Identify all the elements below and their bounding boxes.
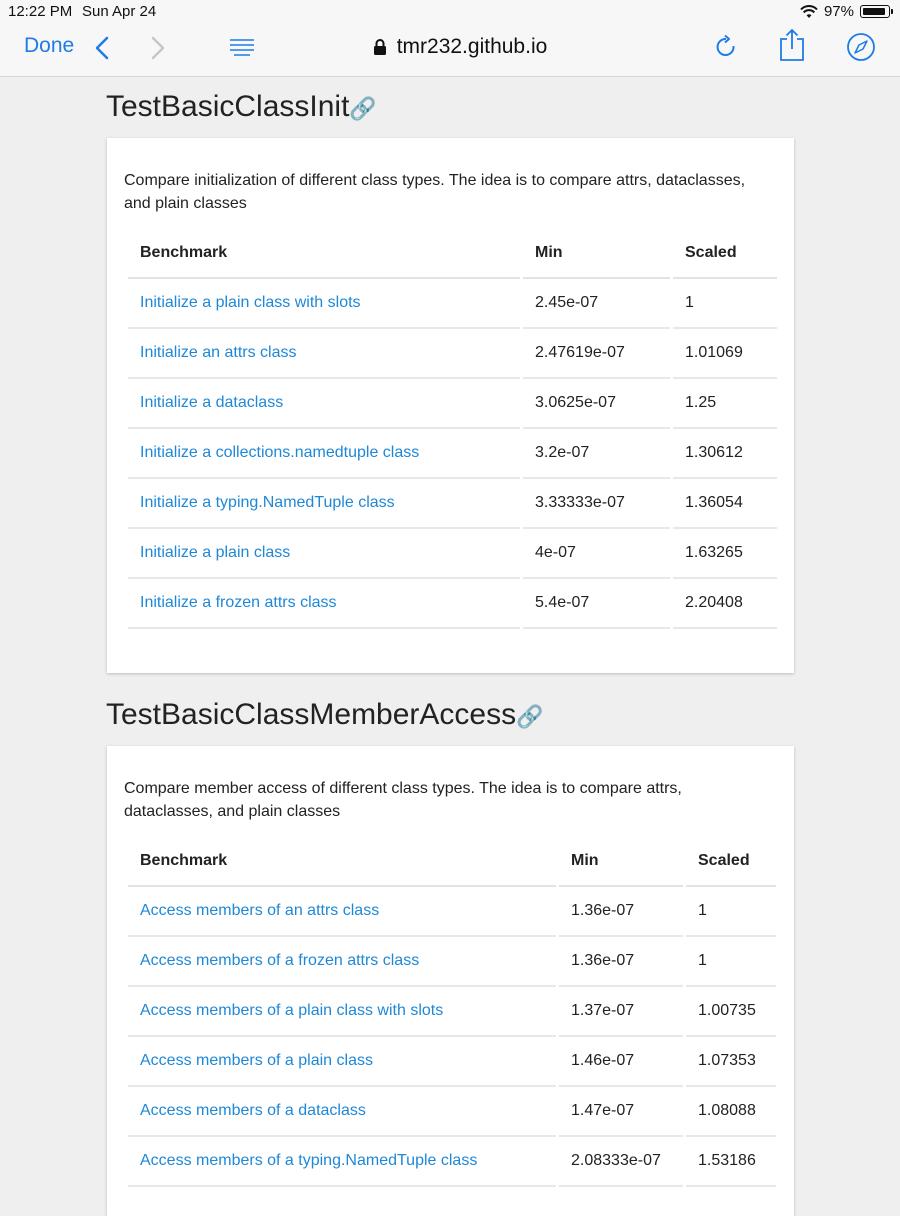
section-title: TestBasicClassMemberAccess🔗 bbox=[106, 698, 544, 732]
url-text: tmr232.github.io bbox=[396, 35, 548, 58]
benchmark-link[interactable]: Initialize a dataclass bbox=[128, 379, 520, 429]
reader-view-button[interactable] bbox=[229, 38, 255, 56]
benchmark-link[interactable]: Initialize a typing.NamedTuple class bbox=[128, 479, 520, 529]
done-button[interactable]: Done bbox=[24, 34, 74, 58]
column-header-scaled: Scaled bbox=[686, 837, 776, 887]
column-header-min: Min bbox=[559, 837, 683, 887]
chevron-left-icon bbox=[95, 36, 109, 60]
reader-icon bbox=[230, 39, 254, 56]
scaled-value: 1.63265 bbox=[673, 529, 777, 579]
min-value: 2.45e-07 bbox=[523, 279, 670, 329]
status-bar: 12:22 PM Sun Apr 24 97% bbox=[0, 0, 900, 24]
back-button[interactable] bbox=[94, 36, 110, 60]
benchmark-link[interactable]: Initialize a plain class bbox=[128, 529, 520, 579]
section-description: Compare member access of different class… bbox=[124, 780, 682, 820]
benchmark-link[interactable]: Access members of a typing.NamedTuple cl… bbox=[128, 1137, 556, 1187]
table-row: Initialize an attrs class 2.47619e-07 1.… bbox=[128, 329, 777, 379]
wifi-icon bbox=[800, 4, 818, 18]
link-icon[interactable]: 🔗 bbox=[516, 704, 543, 729]
benchmark-link[interactable]: Access members of a frozen attrs class bbox=[128, 937, 556, 987]
min-value: 1.47e-07 bbox=[559, 1087, 683, 1137]
status-time: 12:22 PM bbox=[8, 3, 73, 20]
benchmark-link[interactable]: Initialize an attrs class bbox=[128, 329, 520, 379]
address-bar[interactable]: tmr232.github.io bbox=[350, 32, 570, 62]
min-value: 3.2e-07 bbox=[523, 429, 670, 479]
min-value: 3.33333e-07 bbox=[523, 479, 670, 529]
min-value: 3.0625e-07 bbox=[523, 379, 670, 429]
section-title: TestBasicClassInit🔗 bbox=[106, 90, 377, 124]
scaled-value: 2.20408 bbox=[673, 579, 777, 629]
table-row: Initialize a dataclass 3.0625e-07 1.25 bbox=[128, 379, 777, 429]
min-value: 2.08333e-07 bbox=[559, 1137, 683, 1187]
min-value: 1.37e-07 bbox=[559, 987, 683, 1037]
scaled-value: 1.30612 bbox=[673, 429, 777, 479]
benchmark-link[interactable]: Access members of a plain class bbox=[128, 1037, 556, 1087]
battery-percent: 97% bbox=[823, 3, 854, 20]
benchmark-link[interactable]: Access members of a plain class with slo… bbox=[128, 987, 556, 1037]
table-row: Initialize a collections.namedtuple clas… bbox=[128, 429, 777, 479]
section-heading-text: TestBasicClassMemberAccess bbox=[106, 698, 517, 731]
reload-button[interactable] bbox=[714, 34, 738, 60]
column-header-benchmark: Benchmark bbox=[128, 837, 556, 887]
scaled-value: 1.08088 bbox=[686, 1087, 776, 1137]
min-value: 2.47619e-07 bbox=[523, 329, 670, 379]
benchmark-card: Compare member access of different class… bbox=[107, 746, 794, 1216]
benchmark-card: Compare initialization of different clas… bbox=[107, 138, 794, 673]
table-row: Access members of a plain class with slo… bbox=[128, 987, 776, 1037]
status-date: Sun Apr 24 bbox=[82, 3, 157, 20]
table-row: Initialize a plain class with slots 2.45… bbox=[128, 279, 777, 329]
table-row: Access members of an attrs class 1.36e-0… bbox=[128, 887, 776, 937]
scaled-value: 1.36054 bbox=[673, 479, 777, 529]
scaled-value: 1.53186 bbox=[686, 1137, 776, 1187]
table-header-row: Benchmark Min Scaled bbox=[128, 837, 776, 887]
scaled-value: 1.07353 bbox=[686, 1037, 776, 1087]
browser-toolbar: Done tmr232.github.io bbox=[0, 24, 900, 77]
lock-icon bbox=[373, 39, 386, 55]
min-value: 1.36e-07 bbox=[559, 887, 683, 937]
table-header-row: Benchmark Min Scaled bbox=[128, 229, 777, 279]
table-row: Access members of a plain class 1.46e-07… bbox=[128, 1037, 776, 1087]
benchmark-table: Benchmark Min Scaled Access members of a… bbox=[125, 837, 779, 1187]
table-row: Initialize a plain class 4e-07 1.63265 bbox=[128, 529, 777, 579]
scaled-value: 1.00735 bbox=[686, 987, 776, 1037]
benchmark-link[interactable]: Initialize a collections.namedtuple clas… bbox=[128, 429, 520, 479]
section-description: Compare initialization of different clas… bbox=[124, 172, 746, 212]
table-row: Access members of a typing.NamedTuple cl… bbox=[128, 1137, 776, 1187]
table-row: Access members of a dataclass 1.47e-07 1… bbox=[128, 1087, 776, 1137]
benchmark-link[interactable]: Access members of an attrs class bbox=[128, 887, 556, 937]
benchmark-link[interactable]: Access members of a dataclass bbox=[128, 1087, 556, 1137]
compass-icon bbox=[847, 33, 875, 61]
column-header-min: Min bbox=[523, 229, 670, 279]
column-header-scaled: Scaled bbox=[673, 229, 777, 279]
scaled-value: 1.25 bbox=[673, 379, 777, 429]
link-icon[interactable]: 🔗 bbox=[349, 96, 376, 121]
battery-icon bbox=[860, 5, 893, 18]
table-row: Access members of a frozen attrs class 1… bbox=[128, 937, 776, 987]
scaled-value: 1 bbox=[686, 887, 776, 937]
column-header-benchmark: Benchmark bbox=[128, 229, 520, 279]
benchmark-link[interactable]: Initialize a frozen attrs class bbox=[128, 579, 520, 629]
min-value: 1.46e-07 bbox=[559, 1037, 683, 1087]
section-heading-text: TestBasicClassInit bbox=[106, 90, 350, 123]
table-row: Initialize a frozen attrs class 5.4e-07 … bbox=[128, 579, 777, 629]
chevron-right-icon bbox=[151, 36, 165, 60]
benchmark-link[interactable]: Initialize a plain class with slots bbox=[128, 279, 520, 329]
min-value: 4e-07 bbox=[523, 529, 670, 579]
share-button[interactable] bbox=[778, 28, 806, 62]
forward-button[interactable] bbox=[150, 36, 166, 60]
share-icon bbox=[780, 28, 804, 61]
min-value: 5.4e-07 bbox=[523, 579, 670, 629]
table-row: Initialize a typing.NamedTuple class 3.3… bbox=[128, 479, 777, 529]
min-value: 1.36e-07 bbox=[559, 937, 683, 987]
benchmark-table: Benchmark Min Scaled Initialize a plain … bbox=[125, 229, 780, 629]
status-right: 97% bbox=[800, 3, 893, 20]
scaled-value: 1 bbox=[673, 279, 777, 329]
scaled-value: 1.01069 bbox=[673, 329, 777, 379]
scaled-value: 1 bbox=[686, 937, 776, 987]
reload-icon bbox=[716, 34, 735, 56]
safari-button[interactable] bbox=[846, 32, 876, 62]
